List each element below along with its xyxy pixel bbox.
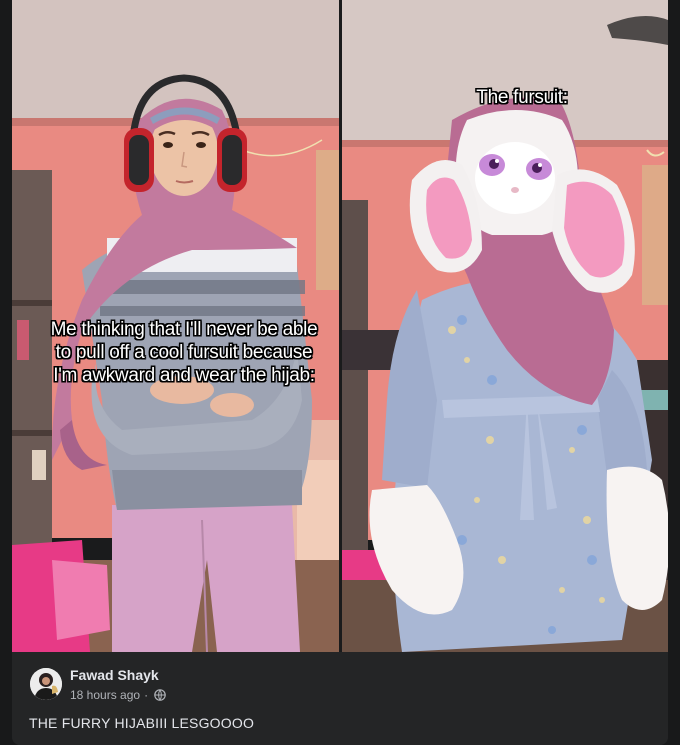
globe-icon[interactable] — [154, 689, 166, 701]
avatar-image — [30, 668, 62, 700]
right-meme-caption: The fursuit: — [476, 87, 568, 108]
meme-panel-right: The fursuit: — [342, 0, 668, 652]
post-image[interactable]: Me thinking that I'll never be able to p… — [12, 0, 668, 652]
post-timestamp[interactable]: 18 hours ago — [70, 688, 140, 702]
post-footer: Fawad Shayk 18 hours ago · THE FURRY HIJ… — [12, 652, 668, 745]
meme-panel-left: Me thinking that I'll never be able to p… — [12, 0, 339, 652]
left-meme-caption: Me thinking that I'll never be able to p… — [50, 319, 318, 386]
post-meta: 18 hours ago · — [70, 688, 166, 702]
author-name[interactable]: Fawad Shayk — [70, 667, 159, 683]
meta-separator: · — [144, 688, 149, 702]
profile-avatar[interactable] — [30, 668, 62, 700]
post-card: Me thinking that I'll never be able to p… — [12, 0, 668, 745]
post-text: THE FURRY HIJABIII LESGOOOO — [29, 715, 255, 731]
